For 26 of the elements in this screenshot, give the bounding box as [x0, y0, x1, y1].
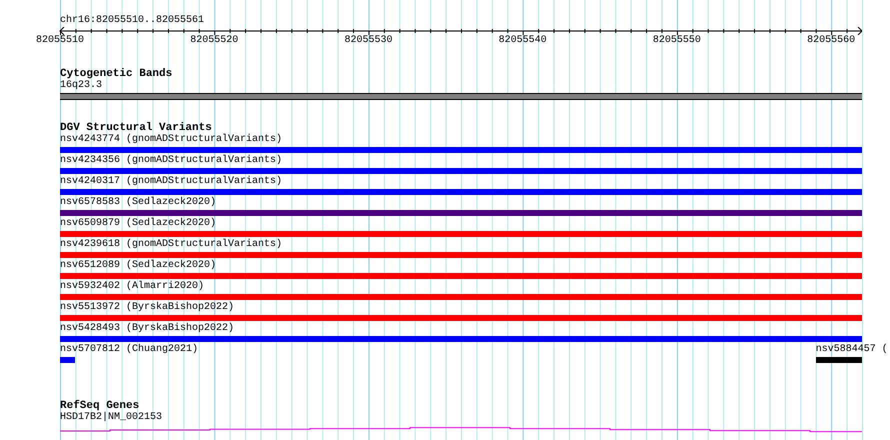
track-title: DGV Structural Variants [60, 122, 212, 134]
position-label: 82055560 [807, 35, 856, 47]
position-label: 82055510 [36, 35, 84, 47]
variant-label: nsv5707812 (Chuang2021) [60, 344, 198, 356]
variant-label: nsv4243774 (gnomADStructuralVariants) [60, 134, 282, 146]
variant-bar[interactable] [60, 357, 76, 363]
position-label: 82055540 [498, 35, 547, 47]
gene-label: HSD17B2|NM_002153 [60, 412, 162, 423]
variant-label: nsv4239618 (gnomADStructuralVariants) [60, 239, 282, 251]
variant-label: nsv4234356 (gnomADStructuralVariants) [60, 155, 282, 167]
variant-label: nsv6512089 (Sedlazeck2020) [60, 260, 216, 272]
variant-label: nsv6578583 (Sedlazeck2020) [60, 197, 216, 209]
position-label: 82055520 [190, 35, 238, 47]
variant-label: nsv5513972 (ByrskaBishop2022) [60, 302, 234, 314]
band-label: 16q23.3 [60, 80, 102, 91]
gene-line-drawing[interactable] [60, 427, 862, 432]
variant-label: nsv4240317 (gnomADStructuralVariants) [60, 176, 282, 188]
track-title: Cytogenetic Bands [60, 68, 174, 80]
position-label: 82055550 [652, 35, 701, 47]
variant-label: nsv5884457 ( [816, 344, 888, 356]
variant-label: nsv6509879 (Sedlazeck2020) [60, 218, 216, 230]
location-label: chr16:82055510..82055561 [60, 15, 204, 26]
track-title: RefSeq Genes [60, 400, 140, 412]
variant-label: nsv5428493 (ByrskaBishop2022) [60, 323, 234, 335]
position-label: 82055530 [344, 35, 392, 47]
variant-label: nsv5932402 (Almarri2020) [60, 281, 204, 293]
